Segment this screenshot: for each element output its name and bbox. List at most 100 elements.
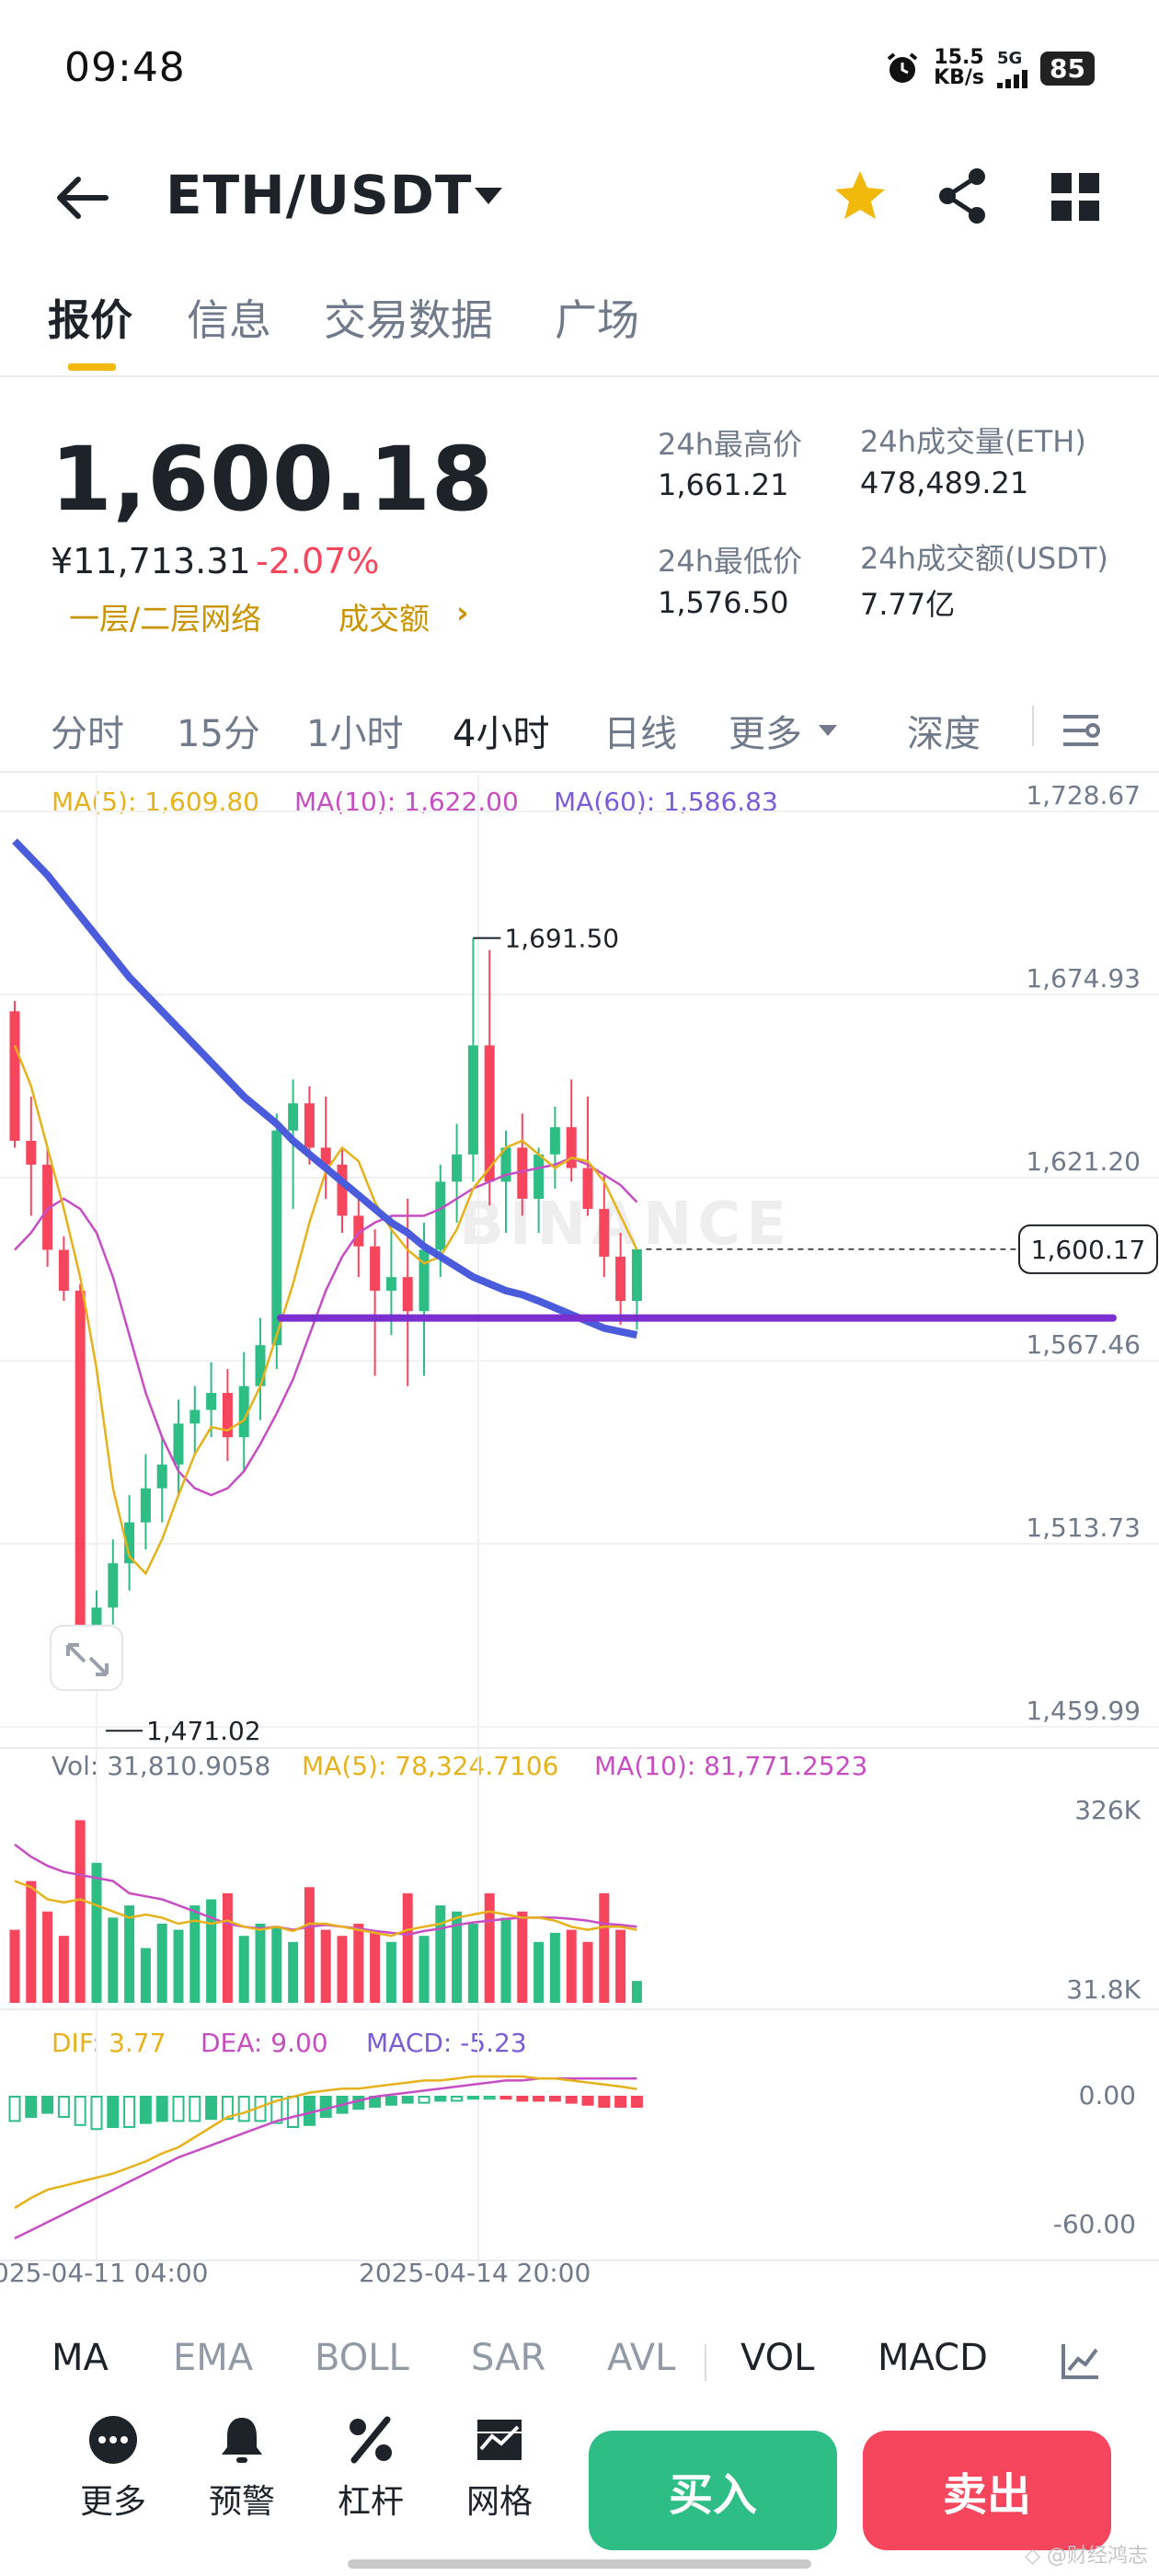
candle-body: [484, 1045, 495, 1182]
current-price-label: 1,600.17: [1031, 1235, 1146, 1265]
more-button[interactable]: 更多: [63, 2410, 164, 2523]
chevron-right-icon[interactable]: ›: [456, 594, 469, 630]
volume-bar: [402, 1892, 413, 2003]
volume-bar: [582, 1941, 593, 2003]
macd-bar: [41, 2096, 54, 2114]
time-axis-label: 2025-04-14 20:00: [359, 2258, 591, 2288]
vol-eth-value: 478,489.21: [860, 466, 1029, 500]
macd-bar: [25, 2096, 38, 2118]
tag-turnover[interactable]: 成交额: [339, 594, 430, 638]
percent-icon: [350, 2416, 392, 2464]
caret-down-icon[interactable]: [471, 182, 506, 210]
candlestick-chart[interactable]: BINANCE 1,728.671,674.931,621.201,567.46…: [0, 775, 1159, 2293]
price-axis-label: 1,567.46: [1026, 1329, 1141, 1360]
volume-bar: [255, 1923, 266, 2003]
back-arrow-icon[interactable]: [51, 166, 115, 230]
volume-bar: [353, 1923, 364, 2003]
alert-button[interactable]: 预警: [191, 2410, 293, 2523]
volume-bar: [206, 1899, 217, 2003]
price-axis-label: 1,728.67: [1026, 780, 1141, 811]
volume-bar: [288, 1941, 299, 2003]
home-indicator[interactable]: [348, 2559, 811, 2569]
grid-menu-icon[interactable]: [1044, 164, 1108, 228]
tag-layer-network[interactable]: 一层/二层网络: [69, 594, 261, 638]
macd-bar: [418, 2096, 430, 2104]
tab-trade-data[interactable]: 交易数据: [324, 287, 493, 348]
candle-body: [435, 1181, 446, 1250]
volume-bar: [534, 1941, 545, 2003]
star-icon[interactable]: [828, 164, 892, 228]
chart-settings-icon[interactable]: [1058, 707, 1104, 753]
tab-quote[interactable]: 报价: [48, 287, 132, 348]
credit-watermark: ◇ @财经鸿志: [1025, 2545, 1148, 2568]
volume-bar: [140, 1948, 151, 2003]
more-caret-icon[interactable]: [817, 722, 839, 739]
candle-body: [582, 1167, 593, 1210]
ind-boll[interactable]: BOLL: [315, 2337, 409, 2379]
candle-body: [385, 1277, 396, 1291]
volume-bar: [238, 1936, 249, 2003]
buy-button[interactable]: 买入: [589, 2431, 837, 2550]
candle-body: [370, 1246, 381, 1291]
macd-bar: [189, 2096, 201, 2122]
volume-bar: [304, 1887, 315, 2003]
vol-eth-label: 24h成交量(ETH): [860, 424, 1086, 459]
grid-button[interactable]: 网格: [449, 2410, 550, 2523]
macd-bar: [630, 2096, 643, 2108]
macd-bar: [74, 2096, 86, 2126]
interval-1d[interactable]: 日线: [603, 704, 677, 757]
macd-bar: [499, 2096, 512, 2100]
candle-body: [599, 1209, 610, 1257]
price-axis-label: 1,674.93: [1026, 963, 1141, 994]
interval-4h[interactable]: 4小时: [453, 704, 549, 757]
leverage-label: 杠杆: [337, 2483, 404, 2521]
volume-bar: [435, 1905, 446, 2003]
indicator-settings-icon[interactable]: [1058, 2339, 1102, 2383]
ind-avl[interactable]: AVL: [607, 2337, 675, 2379]
price-axis-label: 1,459.99: [1026, 1696, 1141, 1726]
interval-15m[interactable]: 15分: [177, 704, 260, 757]
candle-body: [452, 1154, 463, 1182]
volume-bar: [156, 1923, 167, 2003]
ind-ma[interactable]: MA: [52, 2337, 109, 2379]
macd-bar: [533, 2096, 545, 2102]
ind-sar[interactable]: SAR: [471, 2337, 545, 2379]
tab-square[interactable]: 广场: [555, 287, 639, 348]
expand-icon: [50, 1625, 123, 1691]
depth-tab[interactable]: 深度: [907, 704, 981, 757]
low-label: 24h最低价: [658, 544, 803, 579]
leverage-button[interactable]: 杠杆: [320, 2410, 421, 2523]
macd-bar: [401, 2096, 414, 2104]
ind-ema[interactable]: EMA: [173, 2337, 253, 2379]
candle-body: [304, 1103, 315, 1148]
macd-bar: [205, 2096, 218, 2121]
interval-timeline[interactable]: 分时: [51, 704, 124, 757]
ind-macd[interactable]: MACD: [878, 2337, 988, 2379]
macd-bar: [565, 2096, 578, 2104]
share-icon[interactable]: [931, 164, 995, 228]
sell-button[interactable]: 卖出: [863, 2431, 1111, 2550]
tab-info[interactable]: 信息: [187, 287, 271, 348]
volume-bar: [517, 1911, 528, 2003]
volume-bar: [467, 1923, 478, 2003]
network-type: 5G: [997, 48, 1023, 68]
candle-body: [271, 1130, 282, 1346]
interval-separator: [1032, 706, 1034, 746]
net-speed-unit: KB/s: [934, 66, 985, 89]
macd-bar: [466, 2096, 479, 2100]
low-value: 1,576.50: [658, 585, 789, 620]
price-axis-label: 1,513.73: [1026, 1512, 1141, 1543]
main-tabs: 报价 信息 交易数据 广场: [0, 276, 1159, 377]
interval-more[interactable]: 更多: [729, 704, 802, 757]
bell-icon: [222, 2418, 262, 2463]
candle-body: [189, 1409, 201, 1424]
volume-bar: [26, 1880, 37, 2003]
pair-title[interactable]: ETH/USDT: [166, 164, 473, 226]
ind-vol[interactable]: VOL: [740, 2337, 814, 2379]
net-speed-value: 15.5: [934, 46, 984, 69]
volume-bar: [271, 1926, 282, 2003]
macd-axis-label: 0.00: [1079, 2080, 1136, 2110]
macd-bar: [237, 2096, 250, 2122]
interval-1h[interactable]: 1小时: [306, 704, 403, 757]
volume-bar: [42, 1911, 53, 2003]
